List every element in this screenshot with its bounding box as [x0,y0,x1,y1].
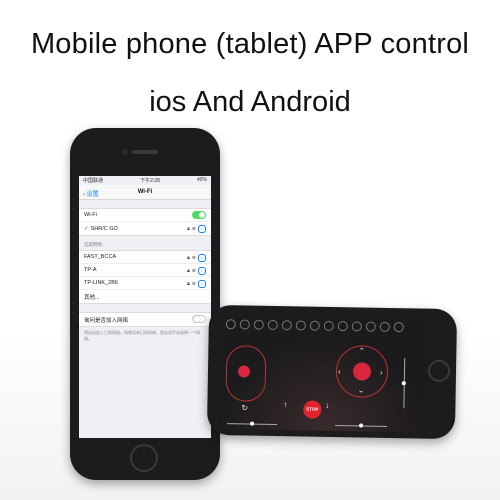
network-row[interactable]: TP-A 🔒︎ ≋ i [79,264,211,277]
network-name: TP-LINK_2B6 [84,280,118,286]
home-button[interactable] [130,444,158,472]
earpiece-speaker [132,150,158,154]
network-row-other[interactable]: 其他... [79,290,211,303]
battery-level: 40% [196,177,207,183]
nav-bar: ‹ 设置 Wi-Fi [79,185,211,200]
toolbar-gallery-icon[interactable] [267,319,278,331]
network-name: FAST_BCCA [84,254,117,260]
app-toolbar [221,315,429,337]
toolbar-menu-icon[interactable] [393,322,404,333]
landscape-phone: ↻ ⌃ ‹ › ⌄ ↑ ↓ STOP [206,304,458,440]
descend-arrow-icon[interactable]: ↓ [325,401,329,410]
ask-join-group: 询问是否加入网络 [79,312,211,327]
network-row[interactable]: TP-LINK_2B6 🔒︎ ≋ i [79,277,211,290]
right-trim-knob[interactable] [359,423,364,428]
connected-network-name: SHR/C GO [90,225,118,232]
ask-join-row: 询问是否加入网络 [79,313,211,326]
info-icon[interactable]: i [198,254,206,262]
ask-join-label: 询问是否加入网络 [84,317,129,324]
toolbar-headless-icon[interactable] [337,321,348,332]
toolbar-track-icon[interactable] [309,320,320,331]
subline: ios And Android [149,86,351,118]
nav-title: Wi-Fi [137,189,153,195]
lock-icon: 🔒︎ [187,226,190,232]
info-icon[interactable]: i [198,267,206,275]
toolbar-video-icon[interactable] [253,319,264,330]
network-name: 其他... [84,294,100,301]
vertical-trim-knob[interactable] [401,381,406,386]
headline: Mobile phone (tablet) APP control [30,28,470,60]
wifi-label: Wi-Fi [84,212,97,218]
lock-icon: 🔒︎ [187,268,190,274]
arrow-up-icon[interactable]: ⌃ [358,346,365,355]
toolbar-settings-icon[interactable] [365,321,376,332]
status-bar: 中国联通 下午2:28 40% [79,176,211,185]
arrow-down-icon[interactable]: ⌄ [358,385,365,394]
remote-control-app-screen: ↻ ⌃ ‹ › ⌄ ↑ ↓ STOP [218,315,429,433]
toolbar-photo-icon[interactable] [239,319,250,330]
connected-network-row[interactable]: ✓ SHR/C GO 🔒︎ ≋ i [79,222,211,235]
rotate-icon[interactable]: ↻ [241,403,248,412]
wifi-toggle[interactable] [192,211,206,219]
wifi-signal-icon: ≋ [191,226,196,232]
checkmark-icon: ✓ [84,225,89,232]
front-camera [122,149,128,155]
wifi-signal-icon: ≋ [191,281,196,287]
toolbar-vr-icon[interactable] [323,320,334,332]
left-trim-knob[interactable] [250,421,255,426]
info-icon[interactable]: i [198,225,206,233]
arrow-left-icon[interactable]: ‹ [338,367,341,376]
networks-section-label: 选取网络... [84,242,106,247]
toolbar-eye-icon[interactable] [379,321,390,333]
toolbar-flip-icon[interactable] [351,321,362,332]
ask-join-note: 将自动加入已知网络。如果没有已知网络，您必须手动选择一个网络。 [84,330,200,341]
portrait-phone: 中国联通 下午2:28 40% ‹ 设置 Wi-Fi Wi-Fi ✓ SHR/C… [70,128,220,480]
status-time: 下午2:28 [140,178,160,184]
network-row[interactable]: FAST_BCCA 🔒︎ ≋ i [79,251,211,264]
wifi-toggle-row: Wi-Fi [79,209,211,222]
toolbar-back-icon[interactable] [225,319,236,330]
carrier-label: 中国联通 [83,178,104,184]
lock-icon: 🔒︎ [187,255,190,261]
home-button[interactable] [427,359,451,383]
networks-list: FAST_BCCA 🔒︎ ≋ i TP-A 🔒︎ ≋ i TP-LINK_2B6 🔒︎ ≋… [79,250,211,304]
ask-join-toggle[interactable] [192,315,206,323]
arrow-right-icon[interactable]: › [380,368,383,377]
toolbar-speed-icon[interactable] [295,320,306,331]
toolbar-gravity-icon[interactable] [281,320,292,331]
wifi-signal-icon: ≋ [191,268,196,274]
network-name: TP-A [84,267,97,273]
ascend-arrow-icon[interactable]: ↑ [283,400,287,409]
wifi-signal-icon: ≋ [191,255,196,261]
wifi-group: Wi-Fi ✓ SHR/C GO 🔒︎ ≋ i [79,208,211,236]
wifi-settings-screen: 中国联通 下午2:28 40% ‹ 设置 Wi-Fi Wi-Fi ✓ SHR/C… [79,176,211,438]
info-icon[interactable]: i [198,280,206,288]
lock-icon: 🔒︎ [187,281,190,287]
